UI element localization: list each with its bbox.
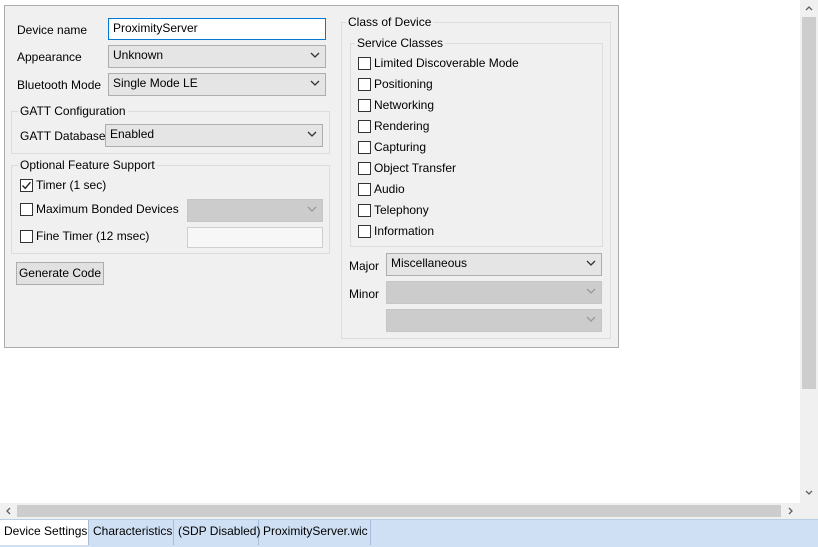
chevron-down-icon bbox=[586, 288, 596, 294]
service-checkbox-label: Capturing bbox=[374, 140, 427, 154]
gatt-database-label: GATT Database bbox=[20, 129, 106, 143]
class-of-device-title: Class of Device bbox=[346, 15, 434, 29]
max-bonded-dropdown[interactable] bbox=[187, 199, 323, 222]
service-classes-title: Service Classes bbox=[355, 36, 446, 50]
service-checkbox-information[interactable]: Information bbox=[358, 224, 558, 239]
chevron-down-icon bbox=[586, 260, 596, 266]
device-settings-panel: Device name ProximityServer Appearance U… bbox=[4, 5, 619, 348]
minor-label: Minor bbox=[349, 287, 380, 301]
fine-timer-label: Fine Timer (12 msec) bbox=[36, 229, 150, 243]
major-value: Miscellaneous bbox=[391, 256, 468, 270]
service-checkbox-label: Object Transfer bbox=[374, 161, 457, 175]
chevron-down-icon bbox=[307, 131, 317, 137]
generate-code-button[interactable]: Generate Code bbox=[16, 262, 104, 285]
service-checkbox-label: Information bbox=[374, 224, 435, 238]
bluetooth-mode-value: Single Mode LE bbox=[113, 76, 198, 90]
appearance-dropdown[interactable]: Unknown bbox=[108, 45, 326, 68]
bluetooth-mode-label: Bluetooth Mode bbox=[17, 78, 102, 92]
service-checkbox-object-transfer[interactable]: Object Transfer bbox=[358, 161, 558, 176]
service-checkbox-capturing[interactable]: Capturing bbox=[358, 140, 558, 155]
fine-timer-input[interactable] bbox=[187, 227, 323, 248]
minor-dropdown[interactable] bbox=[386, 281, 602, 304]
chevron-down-icon bbox=[310, 80, 320, 86]
max-bonded-label: Maximum Bonded Devices bbox=[36, 202, 179, 216]
appearance-label: Appearance bbox=[17, 50, 82, 64]
bluetooth-mode-dropdown[interactable]: Single Mode LE bbox=[108, 73, 326, 96]
timer-checkbox-box[interactable] bbox=[20, 179, 33, 192]
checkmark-icon bbox=[21, 181, 32, 190]
service-checkbox-box[interactable] bbox=[358, 120, 371, 133]
horizontal-scrollbar[interactable] bbox=[0, 503, 800, 519]
tab-characteristics[interactable]: Characteristics bbox=[89, 520, 174, 545]
service-classes-group: Service Classes Limited Discoverable Mod… bbox=[350, 36, 603, 247]
service-checkbox-positioning[interactable]: Positioning bbox=[358, 77, 558, 92]
max-bonded-checkbox[interactable]: Maximum Bonded Devices bbox=[20, 202, 185, 217]
service-checkbox-box[interactable] bbox=[358, 78, 371, 91]
fine-timer-checkbox[interactable]: Fine Timer (12 msec) bbox=[20, 229, 160, 244]
service-checkbox-label: Rendering bbox=[374, 119, 430, 133]
gatt-database-dropdown[interactable]: Enabled bbox=[105, 124, 323, 147]
arrow-down-icon[interactable] bbox=[805, 490, 813, 496]
horizontal-scroll-thumb[interactable] bbox=[17, 505, 781, 517]
service-checkbox-box[interactable] bbox=[358, 162, 371, 175]
tab-sdp-disabled[interactable]: (SDP Disabled) bbox=[174, 520, 260, 545]
optional-features-group: Optional Feature Support Timer (1 sec) M… bbox=[11, 158, 330, 254]
service-checkbox-label: Networking bbox=[374, 98, 435, 112]
vertical-scroll-thumb[interactable] bbox=[802, 17, 816, 389]
arrow-up-icon[interactable] bbox=[805, 5, 813, 11]
device-name-label: Device name bbox=[17, 23, 88, 37]
scrollbar-corner bbox=[800, 503, 818, 519]
chevron-down-icon bbox=[310, 52, 320, 58]
gatt-configuration-group: GATT Configuration GATT Database Enabled bbox=[11, 104, 330, 154]
major-dropdown[interactable]: Miscellaneous bbox=[386, 253, 602, 276]
gatt-configuration-title: GATT Configuration bbox=[18, 104, 128, 118]
service-checkbox-box[interactable] bbox=[358, 183, 371, 196]
fine-timer-checkbox-box[interactable] bbox=[20, 230, 33, 243]
service-checkbox-box[interactable] bbox=[358, 99, 371, 112]
service-checkbox-audio[interactable]: Audio bbox=[358, 182, 558, 197]
arrow-left-icon[interactable] bbox=[5, 507, 11, 515]
major-label: Major bbox=[349, 259, 380, 273]
service-checkbox-label: Limited Discoverable Mode bbox=[374, 56, 519, 70]
arrow-right-icon[interactable] bbox=[788, 507, 794, 515]
service-checkbox-box[interactable] bbox=[358, 204, 371, 217]
timer-checkbox[interactable]: Timer (1 sec) bbox=[20, 178, 140, 193]
max-bonded-checkbox-box[interactable] bbox=[20, 203, 33, 216]
service-checkbox-telephony[interactable]: Telephony bbox=[358, 203, 558, 218]
editor-tab-bar: Device Settings Characteristics (SDP Dis… bbox=[0, 519, 818, 547]
optional-features-title: Optional Feature Support bbox=[18, 158, 157, 172]
class-of-device-group: Class of Device Service Classes Limited … bbox=[341, 15, 611, 339]
service-checkbox-label: Audio bbox=[374, 182, 405, 196]
chevron-down-icon bbox=[307, 206, 317, 212]
device-name-input[interactable]: ProximityServer bbox=[108, 18, 326, 40]
tab-device-settings[interactable]: Device Settings bbox=[0, 520, 89, 545]
service-checkbox-box[interactable] bbox=[358, 225, 371, 238]
appearance-value: Unknown bbox=[113, 48, 164, 62]
vertical-scrollbar[interactable] bbox=[800, 0, 818, 503]
gatt-database-value: Enabled bbox=[110, 127, 155, 141]
service-checkbox-networking[interactable]: Networking bbox=[358, 98, 558, 113]
minor-sub-dropdown[interactable] bbox=[386, 309, 602, 332]
service-checkbox-label: Positioning bbox=[374, 77, 433, 91]
service-checkbox-rendering[interactable]: Rendering bbox=[358, 119, 558, 134]
tab-proximityserver-wic[interactable]: ProximityServer.wic bbox=[259, 520, 371, 545]
service-checkbox-box[interactable] bbox=[358, 57, 371, 70]
timer-label: Timer (1 sec) bbox=[36, 178, 107, 192]
service-checkbox-box[interactable] bbox=[358, 141, 371, 154]
service-checkbox-label: Telephony bbox=[374, 203, 429, 217]
service-checkbox-limited-discoverable-mode[interactable]: Limited Discoverable Mode bbox=[358, 56, 558, 71]
chevron-down-icon bbox=[586, 316, 596, 322]
